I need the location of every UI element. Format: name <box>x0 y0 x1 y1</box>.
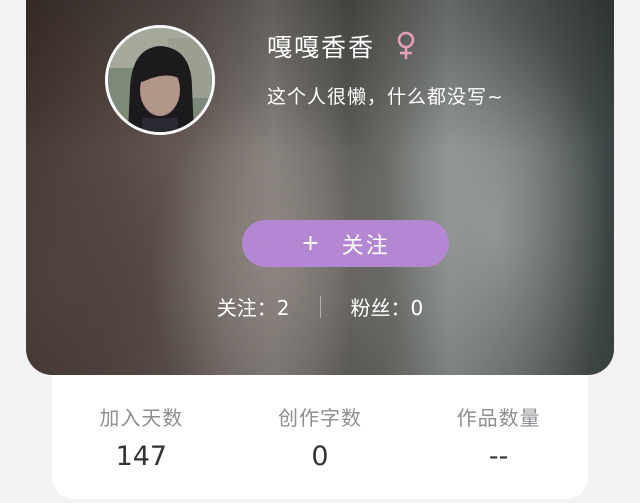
bio-text: 这个人很懒，什么都没写~ <box>267 86 504 108</box>
stat-label: 创作字数 <box>278 406 362 430</box>
follow-button-label: 关注 <box>341 233 390 259</box>
stat-value: 147 <box>115 441 168 472</box>
username: 嘎嘎香香 <box>267 28 417 64</box>
female-icon <box>395 31 417 61</box>
avatar-photo <box>108 28 212 132</box>
profile-header-card: 嘎嘎香香 这个人很懒，什么都没写~ + 关注 关注：2 粉丝：0 <box>26 0 614 375</box>
social-stats: 关注：2 粉丝：0 <box>26 292 614 321</box>
follow-button[interactable]: + 关注 <box>242 220 449 267</box>
stat-value: 0 <box>311 441 329 472</box>
plus-icon: + <box>301 231 322 256</box>
stat-join-days: 加入天数 147 <box>52 375 231 499</box>
divider <box>319 295 321 318</box>
stat-word-count: 创作字数 0 <box>231 375 410 499</box>
stat-works-count: 作品数量 -- <box>409 375 588 499</box>
avatar[interactable] <box>105 25 215 135</box>
stat-label: 作品数量 <box>456 406 541 430</box>
stat-value: -- <box>488 441 509 472</box>
followers-count[interactable]: 粉丝：0 <box>351 292 424 321</box>
stats-panel: 加入天数 147 创作字数 0 作品数量 -- <box>52 375 588 499</box>
following-count[interactable]: 关注：2 <box>217 292 290 321</box>
username-text: 嘎嘎香香 <box>267 33 376 62</box>
stat-label: 加入天数 <box>99 406 184 430</box>
